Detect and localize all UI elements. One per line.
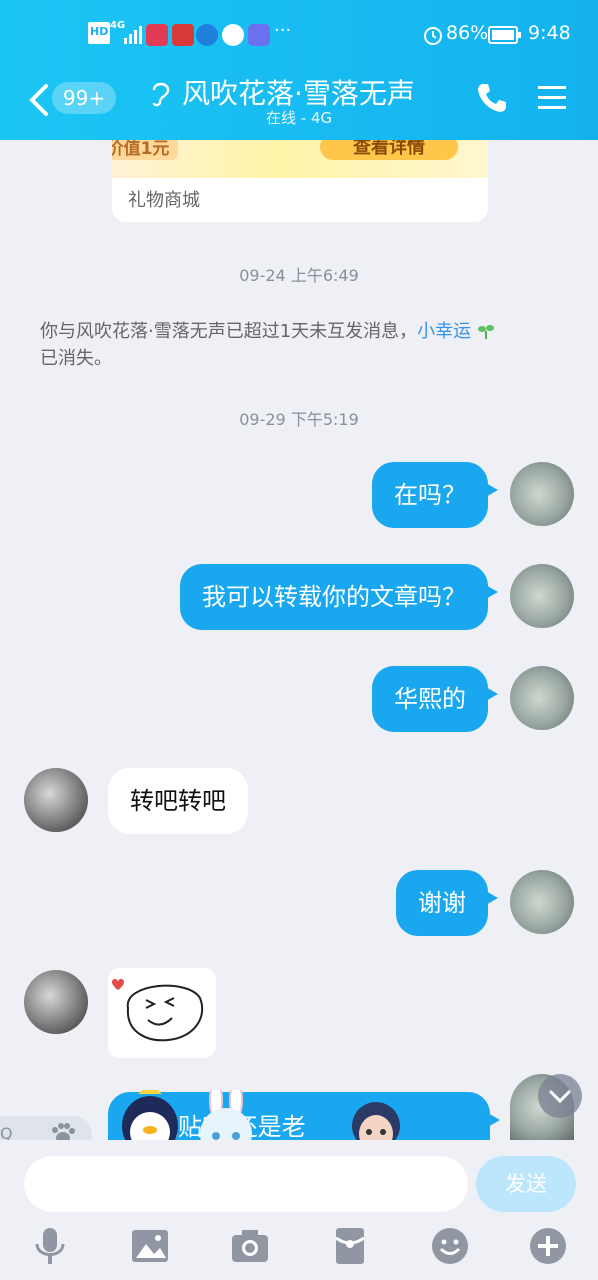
- system-message: 你与风吹花落·雪落无声已超过1天未互发消息，小幸运 已消失。: [40, 318, 560, 372]
- network-type: 4G: [110, 20, 126, 31]
- battery-icon: [488, 26, 521, 44]
- battery-percent: 86%: [446, 22, 489, 44]
- microphone-icon[interactable]: [30, 1226, 70, 1266]
- contact-avatar[interactable]: [24, 768, 88, 832]
- alarm-icon: [424, 27, 442, 45]
- my-avatar[interactable]: [510, 462, 574, 526]
- hd-indicator: HD: [88, 22, 111, 44]
- message-bubble-sent[interactable]: 在吗？: [372, 462, 498, 528]
- chat-header: HD 4G ··· 86% 9:48 99+ 风吹花落·雪落无声 在线 - 4G: [0, 0, 598, 140]
- system-message-text: 你与风吹花落·雪落无声已超过1天未互发消息，: [40, 321, 418, 342]
- message-bubble-received[interactable]: 转吧转吧: [108, 768, 248, 834]
- s-app-icon: [222, 24, 244, 46]
- unread-count-badge[interactable]: 99+: [52, 82, 116, 114]
- message-bubble-sent[interactable]: 我可以转载你的文章吗？: [180, 564, 498, 630]
- emoji-icon[interactable]: [430, 1226, 470, 1266]
- gift-card[interactable]: 价值1元 查看详情 礼物商城: [112, 140, 488, 222]
- laughing-sticker-icon: [112, 979, 204, 1042]
- view-details-button[interactable]: 查看详情: [320, 140, 458, 160]
- scroll-to-bottom-button[interactable]: [538, 1074, 582, 1118]
- gift-banner: 价值1元 查看详情: [112, 140, 488, 178]
- ear-icon[interactable]: [148, 78, 172, 108]
- send-button[interactable]: 发送: [476, 1156, 576, 1212]
- chat-title: 风吹花落·雪落无声: [182, 77, 415, 110]
- my-avatar[interactable]: [510, 666, 574, 730]
- timestamp: 09-24 上午6:49: [239, 266, 359, 285]
- timestamp: 09-29 下午5:19: [239, 410, 359, 429]
- browser-app-icon: [196, 24, 218, 46]
- system-message-suffix: 已消失。: [40, 348, 112, 369]
- message-bubble-sent[interactable]: 谢谢: [396, 870, 498, 936]
- lucky-link[interactable]: 小幸运: [417, 321, 471, 342]
- my-avatar[interactable]: [510, 564, 574, 628]
- menu-icon[interactable]: [536, 84, 568, 112]
- more-notifications-icon: ···: [274, 20, 292, 41]
- message-input[interactable]: [24, 1156, 468, 1212]
- status-bar: HD 4G ··· 86% 9:48: [0, 14, 598, 54]
- book-app-icon: [172, 24, 194, 46]
- red-packet-icon[interactable]: [330, 1226, 370, 1266]
- clock: 9:48: [528, 22, 571, 44]
- camera-icon[interactable]: [230, 1226, 270, 1266]
- gift-shop-label: 礼物商城: [128, 190, 200, 211]
- online-status: 在线 - 4G: [266, 109, 333, 127]
- app-notification-icon: [146, 24, 168, 46]
- music-app-icon: [248, 24, 270, 46]
- my-avatar[interactable]: [510, 870, 574, 934]
- gift-value-tag: 价值1元: [112, 140, 178, 160]
- signal-icon: [124, 26, 142, 44]
- contact-avatar[interactable]: [24, 970, 88, 1034]
- message-bubble-sent[interactable]: 华熙的: [372, 666, 498, 732]
- sprout-icon: [477, 325, 494, 339]
- image-icon[interactable]: [130, 1226, 170, 1266]
- phone-icon[interactable]: [474, 80, 510, 116]
- sticker-message[interactable]: [108, 968, 216, 1058]
- chevron-down-icon: [549, 1090, 571, 1104]
- plus-icon[interactable]: [528, 1226, 568, 1266]
